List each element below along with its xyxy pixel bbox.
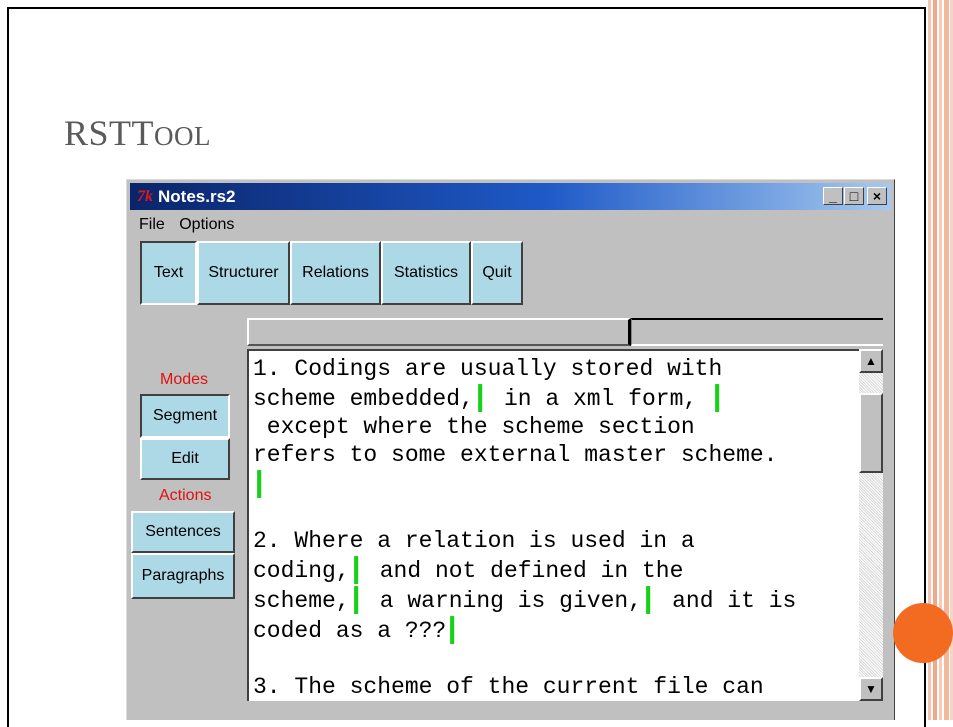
decorative-orange-circle <box>893 603 953 663</box>
segment-marker-icon[interactable]: ▌ <box>354 555 362 583</box>
tab-relations[interactable]: Relations <box>290 241 381 305</box>
text-line: coded as a ??? <box>253 618 447 644</box>
segment-header-left <box>247 318 631 346</box>
segment-marker-icon[interactable]: ▌ <box>715 383 723 411</box>
scrollbar-thumb[interactable] <box>859 393 883 473</box>
slide-title-first: RST <box>64 113 132 153</box>
window-title: Notes.rs2 <box>158 187 236 206</box>
menu-options[interactable]: Options <box>179 216 234 233</box>
text-editor[interactable]: 1. Codings are usually stored with schem… <box>247 349 859 701</box>
text-line: 2. Where a relation is used in a <box>253 528 695 554</box>
segment-marker-icon[interactable]: ▌ <box>478 383 486 411</box>
text-line: scheme embedded, <box>253 386 474 412</box>
window-app-icon[interactable]: 7k <box>137 189 153 205</box>
text-line: 3. The scheme of the current file can <box>253 674 764 700</box>
tab-structurer[interactable]: Structurer <box>197 241 290 305</box>
segment-header-bar <box>247 318 883 346</box>
tab-statistics[interactable]: Statistics <box>381 241 471 305</box>
scroll-up-arrow-icon[interactable]: ▲ <box>859 349 883 373</box>
scroll-down-glyph: ▼ <box>865 682 877 696</box>
maximize-glyph: □ <box>849 188 859 204</box>
actions-label: Actions <box>159 487 212 504</box>
paragraphs-button[interactable]: Paragraphs <box>131 553 235 599</box>
text-line: scheme, <box>253 588 350 614</box>
scroll-down-arrow-icon[interactable]: ▼ <box>859 677 883 701</box>
slide-title: RSTTOOL <box>64 112 211 154</box>
sentences-button[interactable]: Sentences <box>131 511 235 553</box>
vertical-scrollbar[interactable]: ▲ ▼ <box>859 349 883 701</box>
modes-label: Modes <box>160 371 209 388</box>
text-line: except where the scheme section <box>253 414 695 440</box>
segment-mode-button[interactable]: Segment <box>140 394 230 438</box>
text-line: a warning is given, <box>379 588 642 614</box>
segment-marker-icon[interactable]: ▌ <box>646 585 654 613</box>
edit-mode-button[interactable]: Edit <box>140 438 230 480</box>
menu-file[interactable]: File <box>139 216 165 233</box>
tab-quit[interactable]: Quit <box>471 241 523 305</box>
rsttool-window: 7k Notes.rs2 _ □ × File Options Text Str… <box>126 179 895 720</box>
segment-marker-icon[interactable]: ▌ <box>354 585 362 613</box>
menu-bar: File Options <box>139 216 244 234</box>
maximize-icon[interactable]: □ <box>844 187 864 205</box>
slide-title-rest: OOL <box>154 121 212 151</box>
scroll-up-glyph: ▲ <box>865 354 877 368</box>
text-line: in a xml form, <box>503 386 698 412</box>
slide-title-t: T <box>131 113 155 153</box>
text-line: and it is <box>672 588 797 614</box>
close-glyph: × <box>872 188 882 204</box>
tab-text[interactable]: Text <box>140 241 197 305</box>
text-line: coding, <box>253 558 350 584</box>
segment-marker-icon[interactable]: ▌ <box>450 615 458 643</box>
text-line: refers to some external master scheme. <box>253 442 778 468</box>
minimize-glyph: _ <box>829 188 837 204</box>
segment-header-right <box>631 318 883 346</box>
title-bar[interactable]: 7k Notes.rs2 _ □ × <box>130 183 891 210</box>
segment-marker-icon[interactable]: ▌ <box>257 469 265 497</box>
close-icon[interactable]: × <box>867 187 887 205</box>
minimize-icon[interactable]: _ <box>823 187 843 205</box>
text-line: 1. Codings are usually stored with <box>253 356 723 382</box>
text-content: 1. Codings are usually stored with schem… <box>253 355 796 701</box>
text-line: and not defined in the <box>379 558 684 584</box>
